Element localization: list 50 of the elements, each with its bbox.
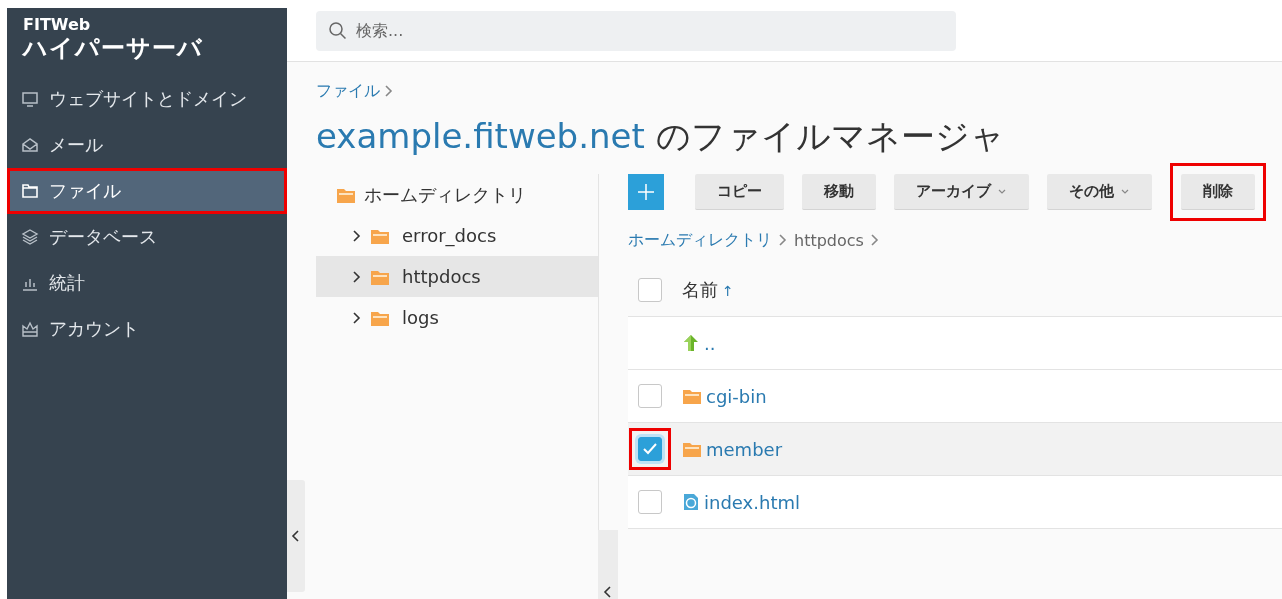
breadcrumb-link[interactable]: ファイル: [316, 80, 380, 102]
folder-icon: [682, 387, 702, 405]
column-header[interactable]: 名前 ↑: [682, 278, 734, 302]
monitor-icon: [21, 90, 39, 108]
web-file-icon: [682, 493, 700, 511]
checkbox[interactable]: [638, 437, 662, 461]
brand-subtitle: ハイパーサーバ: [23, 34, 204, 62]
envelope-icon: [21, 136, 39, 154]
tree-item[interactable]: httpdocs: [316, 256, 598, 297]
path-link[interactable]: ホームディレクトリ: [628, 229, 772, 251]
file-link[interactable]: ..: [704, 332, 716, 354]
page-title: example.fitweb.net のファイルマネージャ: [316, 116, 1006, 156]
checkbox[interactable]: [638, 278, 662, 302]
tree-item[interactable]: ホームディレクトリ: [364, 182, 526, 207]
toolbar-button[interactable]: 移動: [802, 174, 876, 210]
sidebar-item[interactable]: アカウント: [7, 306, 287, 352]
sidebar-item[interactable]: メール: [7, 122, 287, 168]
tree-item[interactable]: logs: [316, 297, 598, 338]
toolbar-button[interactable]: コピー: [695, 174, 784, 210]
chevron-left-icon: [291, 529, 301, 543]
file-link[interactable]: cgi-bin: [706, 385, 767, 407]
sidebar-item[interactable]: ファイル: [7, 168, 287, 214]
collapse-handle[interactable]: [598, 530, 618, 599]
plus-icon: [637, 183, 655, 201]
chevron-right-icon: [384, 84, 394, 98]
checkbox[interactable]: [638, 490, 662, 514]
up-arrow-icon: [682, 334, 700, 352]
tree-item[interactable]: error_docs: [316, 215, 598, 256]
chevron-left-icon: [603, 585, 613, 599]
collapse-handle[interactable]: [287, 480, 305, 592]
toolbar-button[interactable]: その他: [1047, 174, 1152, 210]
sidebar-item[interactable]: 統計: [7, 260, 287, 306]
chevron-right-icon: [869, 233, 880, 247]
brand-name: FITWeb: [23, 16, 92, 34]
search-icon: [328, 20, 347, 40]
file-link[interactable]: index.html: [704, 491, 800, 513]
folder-icon: [21, 182, 39, 200]
crown-icon: [21, 320, 39, 338]
chevron-right-icon: [778, 233, 788, 247]
checkbox[interactable]: [638, 384, 662, 408]
sidebar-item[interactable]: ウェブサイトとドメイン: [7, 76, 287, 122]
toolbar-button[interactable]: アーカイブ: [894, 174, 1029, 210]
search-field[interactable]: 検索...: [316, 10, 956, 51]
toolbar-button[interactable]: 削除: [1181, 174, 1255, 210]
layers-icon: [21, 228, 39, 246]
add-button[interactable]: [628, 174, 664, 210]
file-link[interactable]: member: [706, 438, 783, 460]
sidebar-item[interactable]: データベース: [7, 214, 287, 260]
folder-icon: [682, 440, 702, 458]
path-label: httpdocs: [794, 230, 864, 250]
